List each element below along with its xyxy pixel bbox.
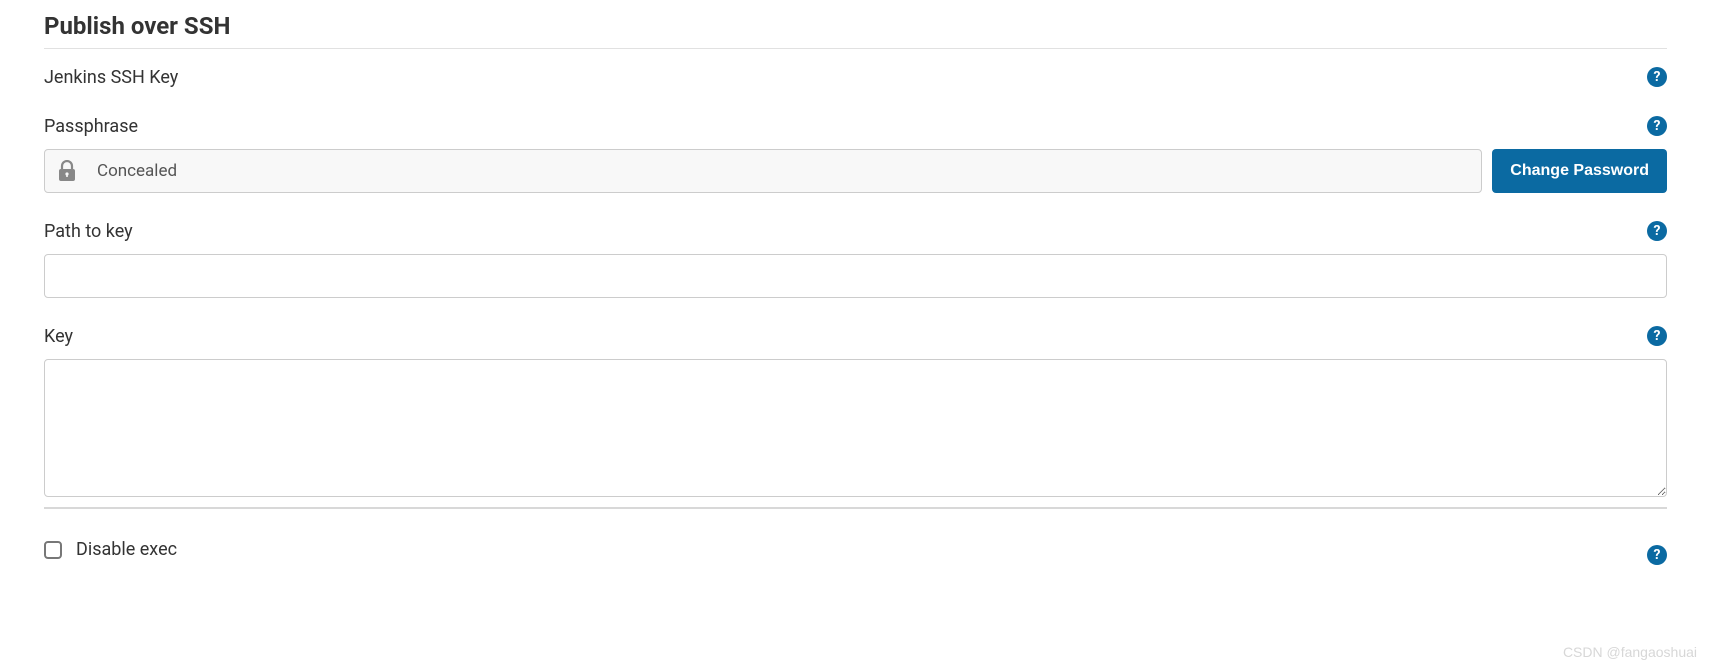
section-title: Publish over SSH <box>44 12 1667 49</box>
key-textarea[interactable] <box>44 359 1667 497</box>
disable-exec-checkbox[interactable] <box>44 541 62 559</box>
help-icon[interactable]: ? <box>1647 326 1667 346</box>
key-label: Key <box>44 326 73 347</box>
divider <box>44 507 1667 509</box>
help-icon[interactable]: ? <box>1647 67 1667 87</box>
help-icon[interactable]: ? <box>1647 116 1667 136</box>
help-icon[interactable]: ? <box>1647 221 1667 241</box>
passphrase-concealed-box: Concealed <box>44 149 1482 193</box>
disable-exec-label: Disable exec <box>76 539 177 560</box>
passphrase-label: Passphrase <box>44 116 138 137</box>
change-password-button[interactable]: Change Password <box>1492 149 1667 193</box>
path-to-key-input[interactable] <box>44 254 1667 298</box>
watermark: CSDN @fangaoshuai <box>1563 644 1697 660</box>
path-to-key-label: Path to key <box>44 221 133 242</box>
concealed-text: Concealed <box>97 161 177 181</box>
ssh-key-label: Jenkins SSH Key <box>44 67 178 88</box>
help-icon[interactable]: ? <box>1647 545 1667 565</box>
lock-icon <box>57 160 77 182</box>
